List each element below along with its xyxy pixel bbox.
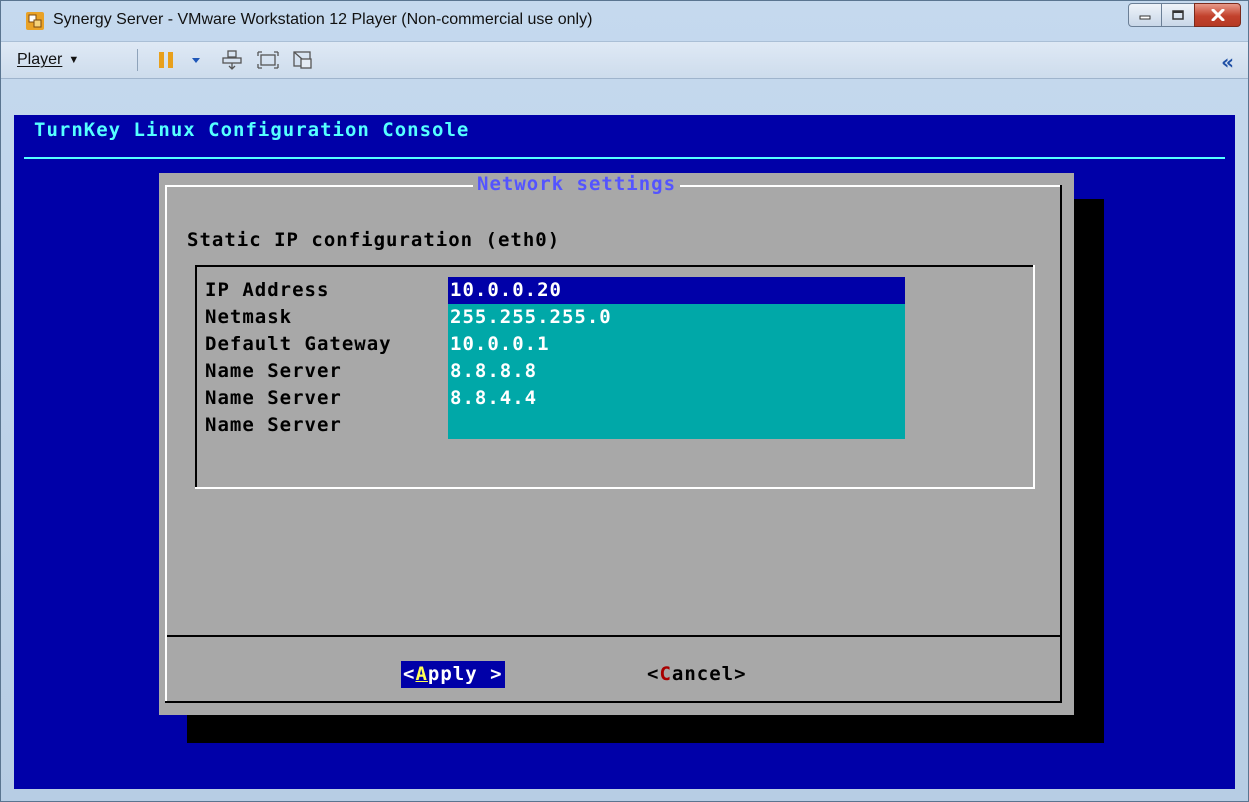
form-row-name-server-2: Name Server 8.8.4.4 <box>205 385 905 412</box>
name-server-1-field[interactable]: 8.8.8.8 <box>448 358 905 385</box>
dialog-border-right <box>1060 185 1062 703</box>
form-border-left <box>195 265 197 489</box>
form-border-top <box>195 265 1035 267</box>
netmask-label: Netmask <box>205 306 293 328</box>
name-server-3-field[interactable] <box>448 412 905 439</box>
double-chevron-left-icon[interactable]: « <box>1221 50 1234 74</box>
player-menu-label: Player <box>17 51 63 68</box>
pause-dropdown-icon[interactable] <box>189 50 203 70</box>
maximize-button[interactable] <box>1161 3 1195 27</box>
name-server-1-label: Name Server <box>205 360 342 382</box>
maximize-icon <box>1172 10 1184 20</box>
form-row-netmask: Netmask 255.255.255.0 <box>205 304 905 331</box>
ip-form: IP Address 10.0.0.20 Netmask 255.255.255… <box>195 265 1035 489</box>
console-header-divider <box>24 157 1225 159</box>
apply-button[interactable]: <Apply > <box>401 661 505 688</box>
default-gateway-field[interactable]: 10.0.0.1 <box>448 331 905 358</box>
apply-button-rest: pply > <box>427 663 503 685</box>
toolbar-separator <box>137 49 138 71</box>
apply-button-open: < <box>403 663 416 685</box>
apply-hotkey: A <box>415 663 428 685</box>
player-menu-button[interactable]: Player ▼ <box>17 48 79 72</box>
window-controls <box>1128 3 1241 27</box>
send-ctrl-alt-del-icon[interactable] <box>221 50 243 70</box>
name-server-2-label: Name Server <box>205 387 342 409</box>
title-bar[interactable]: Synergy Server - VMware Workstation 12 P… <box>1 1 1248 41</box>
vmware-player-window: Synergy Server - VMware Workstation 12 P… <box>0 0 1249 802</box>
vmware-player-icon <box>26 12 44 30</box>
cancel-hotkey: C <box>659 663 672 685</box>
button-bar-divider <box>167 635 1062 637</box>
vm-console[interactable]: TurnKey Linux Configuration Console Netw… <box>14 115 1235 789</box>
fit-guest-icon[interactable] <box>257 50 279 70</box>
dialog-subtitle: Static IP configuration (eth0) <box>187 229 561 251</box>
window-title: Synergy Server - VMware Workstation 12 P… <box>53 11 593 28</box>
cancel-button[interactable]: <Cancel> <box>647 661 747 688</box>
form-row-name-server-3: Name Server <box>205 412 905 439</box>
dialog-border-bottom <box>165 701 1062 703</box>
dialog-border-left <box>165 185 167 703</box>
form-row-ip-address: IP Address 10.0.0.20 <box>205 277 905 304</box>
close-icon <box>1211 9 1224 21</box>
name-server-3-label: Name Server <box>205 414 342 436</box>
default-gateway-label: Default Gateway <box>205 333 392 355</box>
form-row-default-gateway: Default Gateway 10.0.0.1 <box>205 331 905 358</box>
cancel-button-rest: ancel> <box>671 663 747 685</box>
unity-icon[interactable] <box>292 50 314 70</box>
name-server-2-field[interactable]: 8.8.4.4 <box>448 385 905 412</box>
minimize-icon <box>1139 15 1151 20</box>
netmask-field[interactable]: 255.255.255.0 <box>448 304 905 331</box>
ip-address-label: IP Address <box>205 279 330 301</box>
toolbar: Player ▼ « <box>1 41 1248 79</box>
form-row-name-server-1: Name Server 8.8.8.8 <box>205 358 905 385</box>
ip-address-field[interactable]: 10.0.0.20 <box>448 277 905 304</box>
chevron-down-icon: ▼ <box>68 54 80 66</box>
dialog-title: Network settings <box>473 173 681 197</box>
console-header: TurnKey Linux Configuration Console <box>34 119 470 141</box>
network-settings-dialog: Network settings Static IP configuration… <box>159 173 1074 715</box>
form-border-right <box>1033 265 1035 489</box>
minimize-button[interactable] <box>1128 3 1162 27</box>
cancel-button-open: < <box>647 663 660 685</box>
pause-icon[interactable] <box>155 50 177 70</box>
form-border-bottom <box>195 487 1035 489</box>
close-button[interactable] <box>1194 3 1241 27</box>
